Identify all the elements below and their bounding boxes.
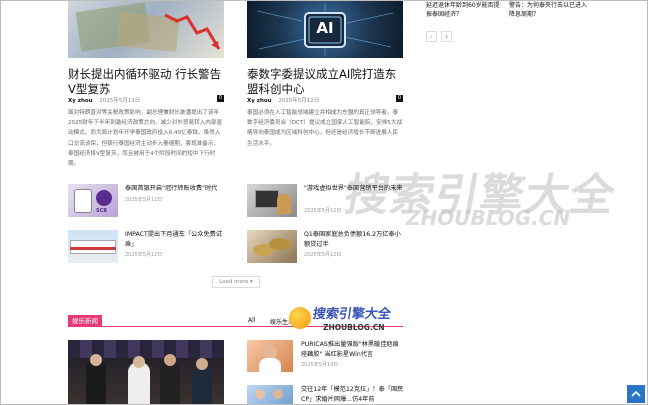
ent-thumb-1[interactable] — [247, 340, 293, 372]
logo-icon — [289, 307, 311, 329]
arrow-up-icon — [631, 390, 641, 397]
list-item-title-2[interactable]: "游戏虚拟世界"泰国营销平台的未来 — [304, 184, 404, 194]
top-right-link-2[interactable]: 警告：为何泰央行去以已进入降息周期？ — [509, 1, 589, 19]
article-excerpt-1: 面对特朗普对等关税政策影响，副总理兼财长披潘提出了该年2025财年下半年刺激经济… — [68, 110, 223, 168]
load-more-button[interactable]: Load more ▾ — [212, 276, 260, 288]
top-right-link-1[interactable]: 延迟退休年龄到60岁能否提振泰国经济？ — [426, 1, 504, 19]
article-title-2[interactable]: 泰数字委提议成立AI院打造东盟科创中心 — [247, 67, 407, 97]
ent-item-date-1: 2025年5月13日 — [301, 362, 339, 368]
watermark-url: ZHOUBLOG.CN — [406, 206, 571, 230]
site-logo[interactable]: 搜索引擎大全 ZHOUBLOG.CN — [289, 301, 401, 341]
next-arrow-button[interactable]: › — [441, 31, 452, 42]
thumb-scb[interactable]: SCB — [68, 184, 118, 217]
prev-arrow-button[interactable]: ‹ — [426, 31, 437, 42]
scb-label: SCB — [96, 208, 108, 214]
comment-count-badge[interactable]: 0 — [217, 95, 224, 102]
ai-chip-label: AI — [316, 19, 334, 37]
article-image-ai[interactable]: AI — [247, 1, 403, 58]
tab-all[interactable]: All — [248, 317, 255, 324]
comment-count-badge[interactable]: 0 — [396, 95, 403, 102]
list-item-title-4[interactable]: Q1泰国家庭总负债额16.2万亿泰小额贷过半 — [304, 230, 404, 249]
article-meta-2: Xy zhou 2025年5月12日 — [247, 96, 403, 104]
article-date: 2025年5月12日 — [278, 98, 320, 104]
list-item-date-1: 2025年5月12日 — [125, 197, 163, 203]
logo-text: 搜索引擎大全 — [311, 307, 392, 322]
list-item-title-1[interactable]: 泰国首银开启"冠行转账收费"时代 — [125, 184, 225, 194]
article-excerpt-2: 泰国必须在人工智能领域建立并相成为东盟的真正领导者。泰数字经济委员会（DCT）提… — [247, 110, 403, 147]
article-date: 2025年5月12日 — [99, 98, 141, 104]
author-name[interactable]: Xy zhou — [247, 98, 272, 104]
page: AI 延迟退休年龄到60岁能否提振泰国经济？ 警告：为何泰央行去以已进入降息周期… — [0, 0, 648, 405]
ent-hero-image[interactable] — [68, 340, 224, 404]
ent-item-title-2[interactable]: 交往12年「模范12克拉」！泰「国民CP」求婚片网爆...仿4年前 — [301, 385, 404, 404]
logo-url: ZHOUBLOG.CN — [323, 323, 385, 332]
thumb-game[interactable] — [247, 184, 297, 217]
article-image-finance[interactable] — [68, 1, 224, 58]
article-title-1[interactable]: 财长提出内循环驱动 行长警告V型复苏 — [68, 67, 228, 97]
thumb-coins[interactable] — [247, 230, 297, 263]
list-item-title-3[interactable]: IMPACT提出下月通车「公众免费试乘」 — [125, 230, 225, 249]
list-item-date-3: 2025年5月12日 — [125, 252, 163, 258]
scroll-top-button[interactable] — [627, 385, 645, 403]
ent-item-title-1[interactable]: PURICAS推出量强版"林黑暖佳疤痕痊藕胶" 当红影星Win代言 — [301, 340, 404, 359]
author-name[interactable]: Xy zhou — [68, 98, 93, 104]
ent-thumb-2[interactable] — [247, 385, 293, 404]
article-meta-1: Xy zhou 2025年5月12日 — [68, 96, 224, 104]
list-item-date-2: 2025年5月12日 — [304, 208, 342, 214]
thumb-train[interactable] — [68, 230, 118, 263]
section-title[interactable]: 娱乐新闻 — [68, 315, 102, 327]
list-item-date-4: 2025年5月12日 — [304, 252, 342, 258]
